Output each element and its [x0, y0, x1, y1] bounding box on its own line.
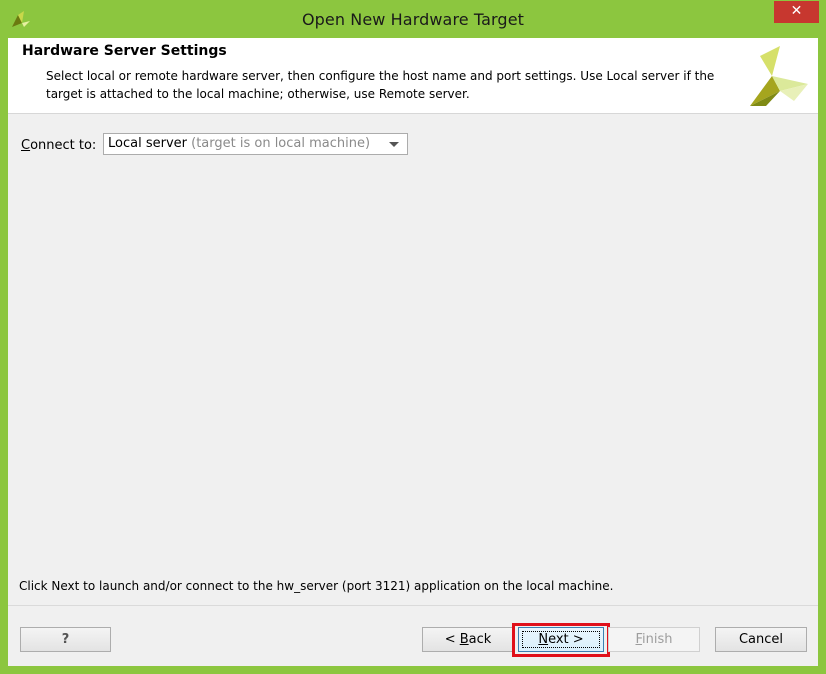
- select-hint: (target is on local machine): [191, 136, 371, 151]
- next-button[interactable]: Next >: [518, 627, 604, 652]
- dialog-window: Open New Hardware Target ✕ Hardware Serv…: [0, 0, 826, 674]
- dialog-body: Hardware Server Settings Select local or…: [8, 38, 818, 666]
- wizard-header: Hardware Server Settings Select local or…: [8, 38, 818, 114]
- connect-accel-letter: C: [21, 138, 31, 153]
- next-highlight-box: Next >: [512, 623, 610, 657]
- back-accel-letter: B: [459, 632, 469, 647]
- connect-to-label: Connect to:: [21, 138, 96, 153]
- title-bar[interactable]: Open New Hardware Target ✕: [0, 0, 826, 38]
- connect-to-select[interactable]: Local server (target is on local machine…: [103, 133, 408, 155]
- back-button[interactable]: < Back: [422, 627, 514, 652]
- select-value: Local server: [108, 136, 187, 151]
- chevron-down-icon[interactable]: [389, 142, 399, 147]
- focus-rect: [522, 631, 600, 648]
- help-button[interactable]: ?: [20, 627, 111, 652]
- finish-button[interactable]: Finish: [608, 627, 700, 652]
- back-prefix: <: [444, 632, 460, 647]
- page-title: Hardware Server Settings: [22, 43, 227, 59]
- connect-label-text: onnect to:: [30, 138, 97, 153]
- page-description: Select local or remote hardware server, …: [46, 69, 715, 101]
- info-message: Click Next to launch and/or connect to t…: [19, 579, 614, 593]
- cancel-button[interactable]: Cancel: [715, 627, 807, 652]
- window-title: Open New Hardware Target: [301, 10, 525, 29]
- finish-label: inish: [642, 632, 673, 647]
- back-label: ack: [468, 632, 492, 647]
- footer-divider: [8, 605, 818, 606]
- xilinx-logo-icon: [750, 46, 808, 106]
- close-button[interactable]: ✕: [774, 1, 819, 23]
